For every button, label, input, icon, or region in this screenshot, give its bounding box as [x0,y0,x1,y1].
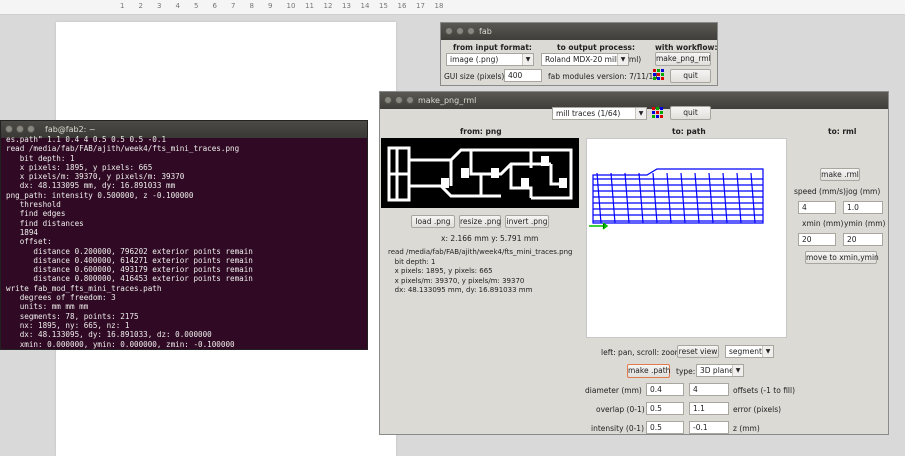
from-png-label: from: png [460,127,502,136]
ruler-tick: 1 [120,2,125,10]
rml-title: make_png_rml [418,96,477,105]
intensity-label: intensity (0-1) [591,424,645,433]
load-png-button[interactable]: load .png [411,215,455,228]
ruler-tick: 12 [323,2,333,10]
png-info: read /media/fab/FAB/ajith/week4/fts_mini… [388,248,573,294]
type-label: type: [676,367,696,376]
to-path-label: to: path [672,127,706,136]
chevron-down-icon: ▼ [635,108,646,119]
output-process-select[interactable]: Roland MDX-20 mill (.rml) ▼ [541,53,641,66]
pan-hint-label: left: pan, scroll: zoom [601,348,682,357]
ruler-tick: 4 [175,2,180,10]
speed-input[interactable]: 4 [798,201,836,214]
color-grid-icon [652,107,664,119]
overlap-label: overlap (0-1) [596,405,645,414]
gui-size-input[interactable]: 400 [504,69,542,82]
ymin-input[interactable]: 20 [843,233,883,246]
z-input[interactable]: -0.1 [689,421,729,434]
offsets-input[interactable]: 4 [689,383,729,396]
ruler-tick: 18 [434,2,444,10]
fab-title: fab [479,27,492,36]
ymin-label: ymin (mm) [844,219,886,228]
jog-label: jog (mm) [846,187,881,196]
ruler-tick: 14 [360,2,370,10]
speed-label: speed (mm/s) [794,187,846,196]
view-mode-select[interactable]: segments ▼ [725,345,774,358]
png-preview[interactable] [381,138,579,208]
quit-button[interactable]: quit [670,69,711,83]
close-icon[interactable] [5,125,13,133]
close-icon[interactable] [384,96,392,104]
workflow-header: with workflow: [655,43,718,52]
chevron-down-icon: ▼ [732,365,743,376]
reset-view-button[interactable]: reset view [677,345,719,358]
input-format-header: from input format: [453,43,532,52]
resize-png-button[interactable]: resize .png [459,215,501,228]
jog-input[interactable]: 1.0 [843,201,883,214]
error-input[interactable]: 1.1 [689,402,729,415]
close-icon[interactable] [445,27,453,35]
path-preview[interactable] [586,138,787,338]
cursor-coordinates: x: 2.166 mm y: 5.791 mm [441,234,539,243]
z-label: z (mm) [733,424,760,433]
color-grid-icon [653,69,665,81]
ruler-tick: 10 [286,2,296,10]
chevron-down-icon: ▼ [762,346,773,357]
pcb-traces-image [387,146,573,202]
terminal-window[interactable]: fab@fab2: ~ es.path" 1.1 0.4 4 0.5 0.5 0… [0,120,368,350]
make-path-button[interactable]: make .path [627,364,670,378]
workflow-button[interactable]: make_png_rml [655,52,711,66]
offsets-label: offsets (-1 to fill) [733,386,796,395]
ruler-tick: 13 [342,2,351,10]
type-select[interactable]: 3D plane ▼ [696,364,744,377]
terminal-output[interactable]: es.path" 1.1 0.4 4 0.5 0.5 0.5 -0.1 read… [6,135,253,349]
intensity-input[interactable]: 0.5 [646,421,684,434]
maximize-icon[interactable] [27,125,35,133]
quit-button[interactable]: quit [670,106,711,120]
gui-size-label: GUI size (pixels): [444,72,507,81]
ruler-tick: 2 [138,2,143,10]
diameter-input[interactable]: 0.4 [646,383,684,396]
ruler-tick: 17 [416,2,425,10]
fab-titlebar[interactable]: fab [441,23,717,40]
chevron-down-icon: ▼ [522,54,533,65]
make-rml-button[interactable]: make .rml [820,168,860,181]
ruler: 1 2 3 4 5 6 7 8 9 10 11 12 13 14 15 16 17 18 [0,0,905,15]
move-xymin-button[interactable]: move to xmin,ymin [805,251,879,264]
minimize-icon[interactable] [16,125,24,133]
xmin-label: xmin (mm) [802,219,844,228]
ruler-tick: 16 [397,2,407,10]
version-label: fab modules version: 7/11/14 [548,72,659,81]
to-rml-label: to: rml [828,127,857,136]
ruler-tick: 9 [268,2,273,10]
ruler-tick: 8 [249,2,254,10]
minimize-icon[interactable] [456,27,464,35]
chevron-down-icon: ▼ [617,54,628,65]
ruler-tick: 15 [379,2,388,10]
input-format-select[interactable]: image (.png) ▼ [446,53,534,66]
output-process-header: to output process: [557,43,636,52]
error-label: error (pixels) [733,405,782,414]
diameter-label: diameter (mm) [585,386,642,395]
ruler-tick: 7 [231,2,236,10]
xmin-input[interactable]: 20 [798,233,836,246]
invert-png-button[interactable]: invert .png [505,215,549,228]
process-select[interactable]: mill traces (1/64) ▼ [552,107,647,120]
ruler-tick: 3 [157,2,162,10]
ruler-tick: 11 [305,2,314,10]
maximize-icon[interactable] [406,96,414,104]
overlap-input[interactable]: 0.5 [646,402,684,415]
toolpath-image [589,168,764,230]
ruler-tick: 6 [212,2,217,10]
ruler-tick: 5 [194,2,199,10]
fab-window[interactable]: fab from input format: to output process… [440,22,718,86]
maximize-icon[interactable] [467,27,475,35]
minimize-icon[interactable] [395,96,403,104]
